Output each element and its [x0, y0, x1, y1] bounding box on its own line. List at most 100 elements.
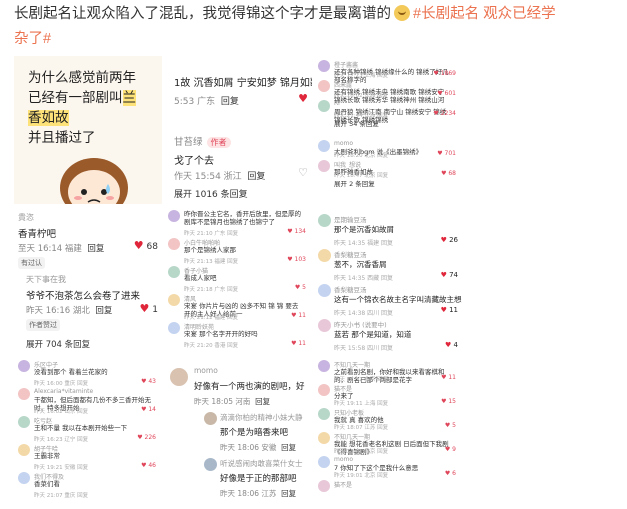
grid-image-6[interactable]: 是期输豆汤 那个是沉香如故屑 昨天 14:35 福建 回复 ♥ 26 香梨糖豆汤 葱不，沉… [314, 206, 462, 354]
like-count[interactable]: ♥ 2234 [433, 110, 456, 117]
comment-meta: 昨天 18:47 北京 回复 [334, 173, 389, 179]
like-count[interactable]: ♥ 68 [134, 239, 158, 252]
grid-image-9[interactable]: 不知几天一期 之前看别名剧，你好和我以来看客棋和的，剧名已那个两部是花字 昨天 17… [314, 356, 462, 504]
weibo-post-text: 长剧起名让观众陷入了混乱，我觉得锦这个字才是最离谱的 #长剧起名 观众已经学 杂了# [14, 2, 614, 52]
comment-text: 戈了个去 [174, 156, 214, 167]
comment-meta: 昨天 21:07 重庆 回复 [34, 493, 89, 499]
like-heart-icon: ♥ [137, 434, 145, 441]
comment-user: 香梨糖豆汤 [334, 251, 367, 259]
comment-row: 展开 54 条回复 [318, 120, 458, 140]
comment-user: 滴滴你柏的精神小妹大静 [220, 413, 303, 422]
avatar [168, 322, 180, 334]
avatar [170, 368, 188, 386]
like-count[interactable]: ♥ 701 [437, 150, 456, 157]
comment-text: 看成人家吧 [184, 274, 217, 282]
comment-meta: 昨天 16:02 山东 回复 [34, 409, 89, 415]
comment-row: 小白牛啪啪啪 那个是锦绣人家那 昨天 21:13 福建 回复 ♥ 103 [168, 238, 308, 266]
author-name: 甘苔绿 作者 [174, 134, 231, 148]
like-heart-icon: ♥ [287, 228, 295, 235]
like-count[interactable]: ♥ 5 [295, 284, 306, 291]
crying-girl-illustration [60, 158, 128, 204]
like-count[interactable]: ♥ 11 [441, 374, 456, 381]
like-count[interactable]: ♥ 11 [441, 306, 458, 314]
like-count[interactable]: ♥ 68 [441, 170, 456, 177]
like-count[interactable]: ♥ 9 [445, 446, 456, 453]
avatar [168, 294, 180, 306]
comment-meta: 昨天 18:07 江苏 回复 [334, 425, 389, 431]
author-liked-chip: 作者赞过 [26, 319, 60, 331]
comment-row: 西米露 还有锦绣 锦绣未央 锦绣南歌 锦绣安宁 锦绣长歌 锦绣芳华 锦绣神州 锦绣… [318, 80, 458, 104]
avatar [318, 249, 331, 262]
like-count[interactable]: ♥ 103 [287, 256, 306, 263]
comment-user: 天下事在我 [26, 275, 66, 284]
expand-replies-link[interactable]: 展开 1016 条回复 [174, 187, 248, 200]
like-count[interactable]: ♥ 11 [291, 340, 306, 347]
comment-user: 猫不是 [334, 482, 353, 489]
comment-meta: 至天 16:14 福建 回复 [18, 244, 105, 254]
comment-row: 只知小老板 我就 真 喜欢的他 昨天 18:07 江苏 回复 ♥ 5 [318, 408, 458, 432]
comment-text: 香菜们看 [34, 480, 60, 488]
comment-text: 蓝若 那个是知道，知道 [334, 330, 412, 339]
comment-user: 是期输豆汤 [334, 216, 367, 224]
grid-image-2[interactable]: 1故 沉香如屑 宁安如梦 锦月如歌 5:53 广东 回复 ♥ 甘苔绿 作者 戈了个… [164, 56, 312, 204]
avatar [318, 432, 330, 444]
avatar [318, 284, 331, 297]
like-count[interactable]: ♥ 1869 [433, 70, 456, 77]
comment-row: 叫我_想说 那咋摊香如故 昨天 18:47 北京 回复 ♥ 68 [318, 160, 458, 180]
like-count[interactable]: ♥ 26 [441, 236, 458, 244]
like-count[interactable]: ♥ 11 [291, 312, 306, 319]
avatar [318, 480, 330, 492]
like-count[interactable]: ♥ 601 [437, 90, 456, 97]
comment-user: momo [194, 366, 218, 375]
comment-user: 昨天小书 (说要中) [334, 321, 387, 329]
avatar [318, 360, 330, 372]
expand-replies-link[interactable]: 展开 704 条回复 [26, 338, 90, 350]
grid-image-5[interactable]: 昨你晋公主它名，香开后放里，但是厚的剧库不是锦月也锦绣了也锦宁了 昨天 21:10… [164, 206, 312, 354]
grid-image-7[interactable]: 乐区中子 没看到那个 看着兰花家的 昨天 16:00 重庆 回复 ♥ 43 Alexca… [14, 356, 162, 504]
grid-image-3[interactable]: 橙子酱酱 还有各种锦绣 锦绣缘什么的 锦绣了好几部名称字的 昨天 17:23 上海 … [314, 56, 462, 204]
expand-replies-link[interactable]: 展开 54 条回复 [334, 120, 452, 128]
like-count[interactable]: ♥ 43 [141, 378, 156, 385]
comment-row: 吃亏赵 王和不量 我以在本剧开始些一下 昨天 16:23 辽宁 回复 ♥ 226 [18, 416, 158, 444]
comment-user: momo [334, 140, 354, 147]
like-count[interactable]: ♥ 6 [445, 470, 456, 477]
like-outline-icon[interactable]: ♡ [298, 166, 308, 179]
like-count[interactable]: ♥ 1 [140, 302, 158, 315]
comment-user: Rr [334, 100, 341, 107]
like-count[interactable]: ♥ 46 [141, 462, 156, 469]
like-count[interactable]: ♥ 226 [137, 434, 156, 441]
like-heart-icon: ♥ [433, 70, 441, 77]
like-count[interactable]: ♥ 134 [287, 228, 306, 235]
like-heart-icon: ♥ [287, 256, 295, 263]
author-badge: 作者 [206, 137, 231, 148]
comment-text: 1故 沉香如屑 宁安如梦 锦月如歌 [174, 78, 312, 89]
comment-row: 不知几天一期 之前看别名剧，你好和我以来看客棋和的，剧名已那个两部是花字 昨天 17… [318, 360, 458, 384]
comment-text: 宋宴 那个名字开开的好吗 [184, 330, 258, 338]
grid-image-1[interactable]: 为什么感觉前两年 已经有一部剧叫兰 香如故 并且播过了 [14, 56, 162, 204]
like-heart-icon: ♥ [440, 236, 450, 244]
like-count[interactable]: ♥ 15 [441, 398, 456, 405]
doge-emoji-icon [394, 5, 410, 21]
comment-text: 那个是沉香如故屑 [334, 225, 394, 234]
avatar [318, 456, 330, 468]
like-count[interactable]: ♥ 4 [445, 341, 458, 349]
like-heart-icon: ♥ [440, 306, 450, 314]
like-count[interactable]: ♥ 14 [141, 406, 156, 413]
like-count[interactable]: ♥ 74 [441, 271, 458, 279]
like-heart-icon[interactable]: ♥ [298, 92, 308, 105]
comment-row: momo 7 你知了下这个是我什么意思 昨天 19:01 北京 回复 ♥ 6 [318, 456, 458, 480]
grid-image-8[interactable]: momo 好像有一个两也演的剧吧，好 昨天 18:05 河南 回复 滴滴你柏的精… [164, 356, 312, 504]
avatar [318, 408, 330, 420]
avatar [318, 160, 330, 172]
comment-text: 好像有一个两也演的剧吧，好 [194, 382, 305, 392]
grid-image-4[interactable]: 貴恣 香青柠吧 至天 16:14 福建 回复 ♥ 68 有过认 天下事在我 爷爷… [14, 206, 162, 354]
expand-replies-link[interactable]: 展开 2 条回复 [334, 180, 452, 188]
avatar [318, 319, 331, 332]
comment-row: 橙子酱酱 还有各种锦绣 锦绣缘什么的 锦绣了好几部名称字的 昨天 17:23 上海 … [318, 60, 458, 84]
comment-meta: 昨天 14:38 四川 回复 [334, 310, 394, 317]
post-body: 长剧起名让观众陷入了混乱，我觉得锦这个字才是最离谱的 [14, 6, 391, 22]
comment-row: 展开 2 条回复 [318, 180, 458, 200]
comment-meta: 昨天 21:44 江苏 回复 [334, 113, 389, 119]
avatar [318, 60, 330, 72]
like-count[interactable]: ♥ 5 [445, 422, 456, 429]
